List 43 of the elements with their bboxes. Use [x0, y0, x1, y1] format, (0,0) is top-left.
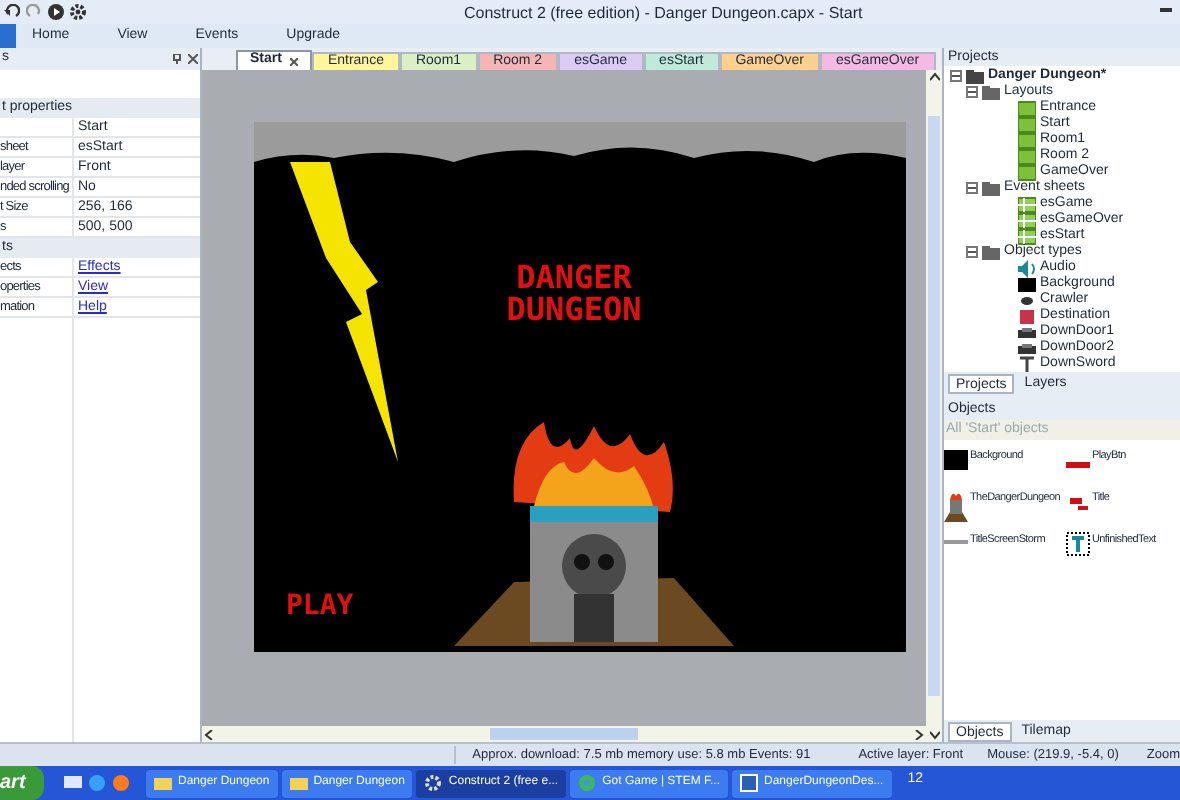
expander-icon[interactable] — [950, 70, 962, 82]
vertical-scrollbar[interactable] — [926, 70, 942, 742]
scrollbar-thumb[interactable] — [490, 728, 638, 740]
window-title: Construct 2 (free edition) - Danger Dungeon.capx - Start — [464, 2, 863, 26]
close-icon[interactable] — [289, 57, 298, 65]
text-object-icon — [1066, 532, 1090, 556]
scrollbar-thumb[interactable] — [928, 116, 940, 696]
bug-icon — [1018, 291, 1036, 309]
event-sheet-icon — [1018, 227, 1036, 245]
folder-icon — [966, 67, 984, 85]
play-icon[interactable] — [48, 4, 64, 20]
undo-icon[interactable] — [4, 4, 20, 20]
gear-icon — [424, 774, 443, 792]
folder-icon — [982, 179, 1000, 197]
background-swatch-icon — [1018, 275, 1036, 293]
line-icon — [944, 540, 968, 544]
folder-icon — [154, 774, 172, 792]
horizontal-scrollbar[interactable] — [202, 726, 926, 742]
folder-icon — [982, 243, 1000, 261]
event-sheet-icon — [1018, 195, 1036, 213]
expander-icon[interactable] — [966, 182, 978, 194]
text-icon — [1018, 355, 1036, 372]
close-icon[interactable] — [188, 54, 198, 64]
folder-icon — [982, 83, 1000, 101]
speaker-icon — [1018, 259, 1036, 277]
square-icon — [1018, 307, 1036, 325]
play-button[interactable]: PLAY — [286, 586, 354, 628]
tower-icon — [944, 490, 968, 522]
expander-icon[interactable] — [966, 86, 978, 98]
browser-icon — [578, 774, 597, 792]
desktop-icon[interactable] — [64, 774, 82, 792]
gear-icon[interactable] — [70, 4, 86, 20]
title-sign-icon — [1070, 498, 1088, 510]
folder-icon — [289, 774, 308, 792]
background-swatch-icon — [944, 450, 968, 470]
pin-icon[interactable] — [172, 54, 182, 64]
expander-icon[interactable] — [966, 246, 978, 258]
game-title: DANGER DUNGEON — [504, 262, 644, 326]
event-sheet-icon — [1018, 211, 1036, 229]
minimize-icon[interactable] — [1160, 8, 1172, 14]
start-button[interactable]: art — [0, 766, 44, 800]
document-icon — [740, 774, 759, 792]
play-sign-icon — [1066, 462, 1090, 468]
